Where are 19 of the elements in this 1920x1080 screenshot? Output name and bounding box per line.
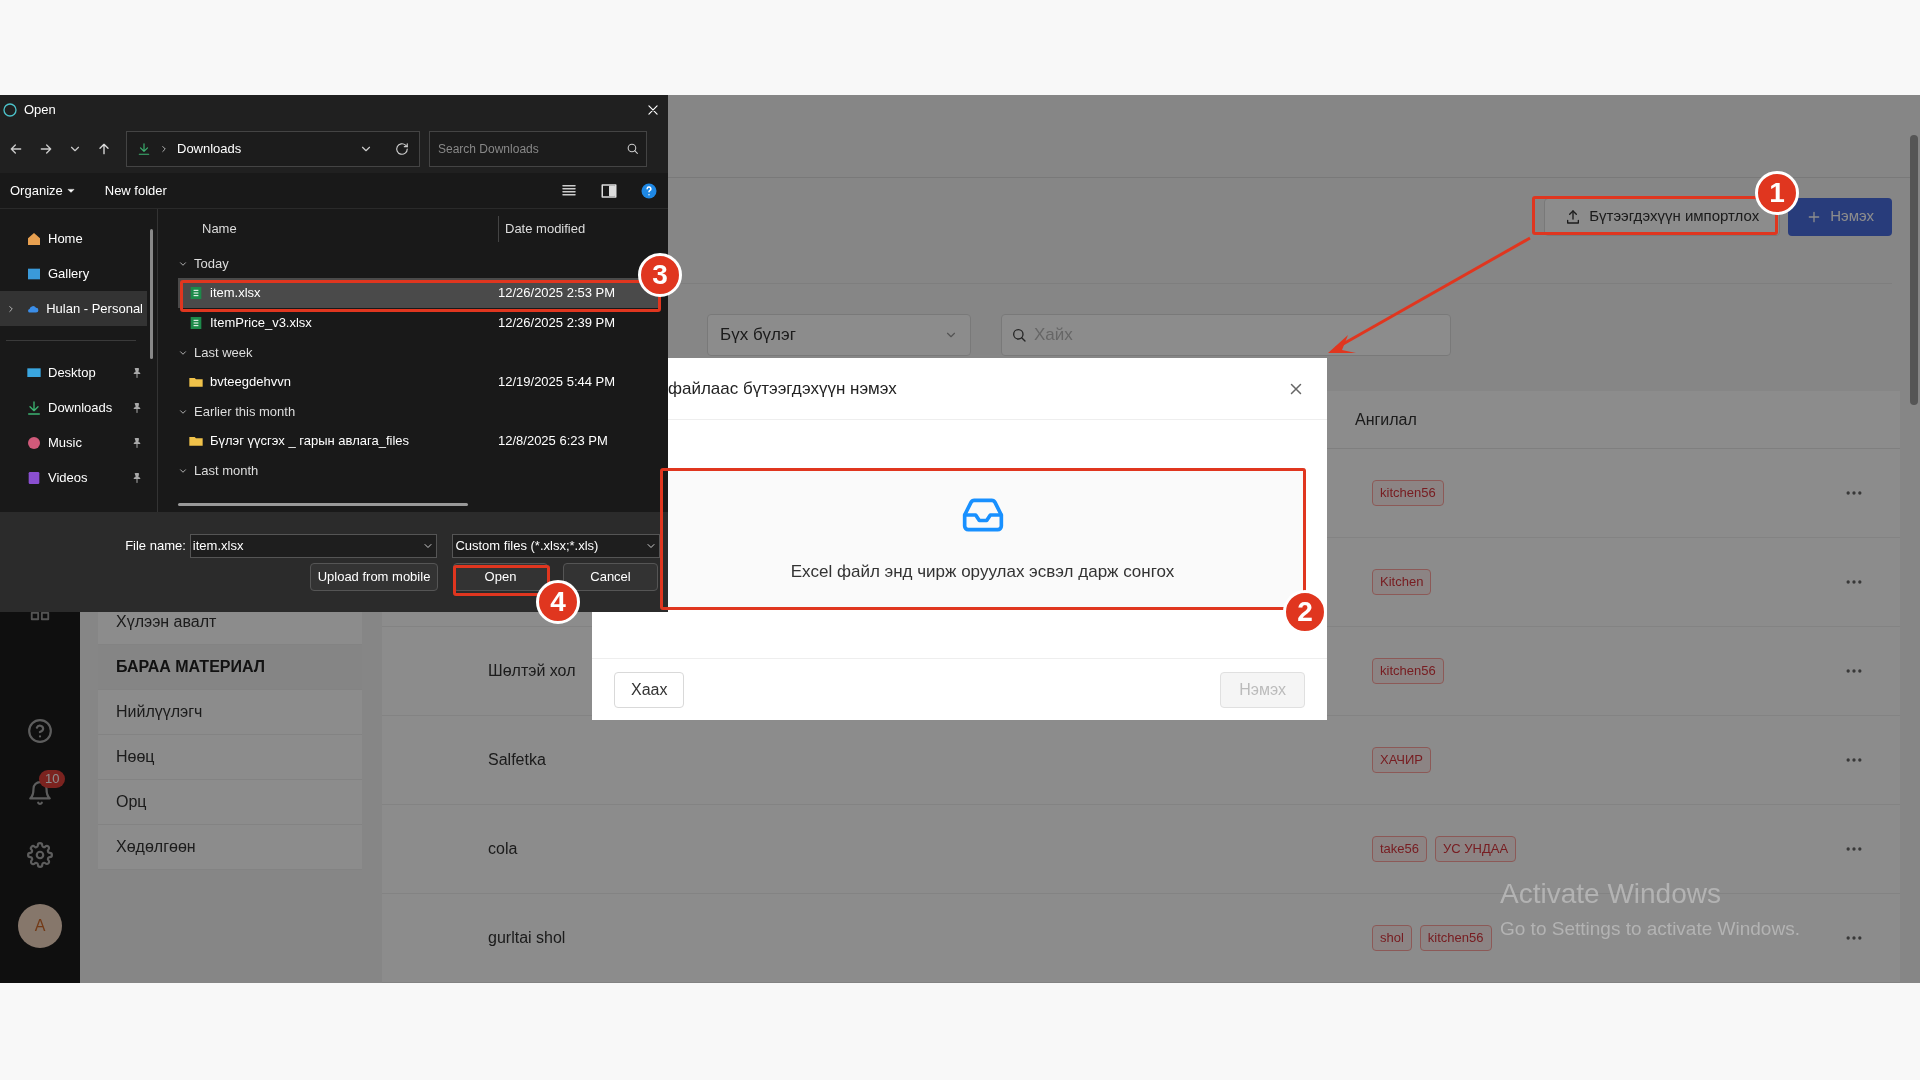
category-tag: kitchen56	[1372, 658, 1444, 684]
category-tag: ХАЧИР	[1372, 747, 1431, 773]
category-tag: УС УНДАА	[1435, 836, 1517, 862]
category-tag: kitchen56	[1419, 925, 1492, 951]
category-tag: shol	[1372, 925, 1412, 951]
table-cell-text: cola	[487, 839, 519, 859]
category-tag: take56	[1372, 836, 1428, 862]
column-header: Ангилал	[1355, 409, 1417, 430]
table-cell-text: Salfetka	[487, 750, 547, 770]
dropzone-text: Excel файл энд чирж оруулах эсвэл дарж сонгох	[790, 561, 1175, 584]
dialog-title: файлаас бүтээгдэхүүн нэмэх	[668, 377, 897, 400]
field-label: File name:	[124, 537, 186, 556]
category-tag: Kitchen	[1372, 569, 1432, 595]
category-tag: kitchen56	[1372, 480, 1444, 506]
submenu-header: БАРАА МАТЕРИАЛ	[98, 645, 362, 690]
window-title: Open	[24, 101, 56, 120]
notification-count: 10	[39, 770, 66, 788]
table-cell-text: gurltai shol	[487, 928, 567, 948]
table-cell-text: Шөлтэй хол	[487, 661, 577, 681]
